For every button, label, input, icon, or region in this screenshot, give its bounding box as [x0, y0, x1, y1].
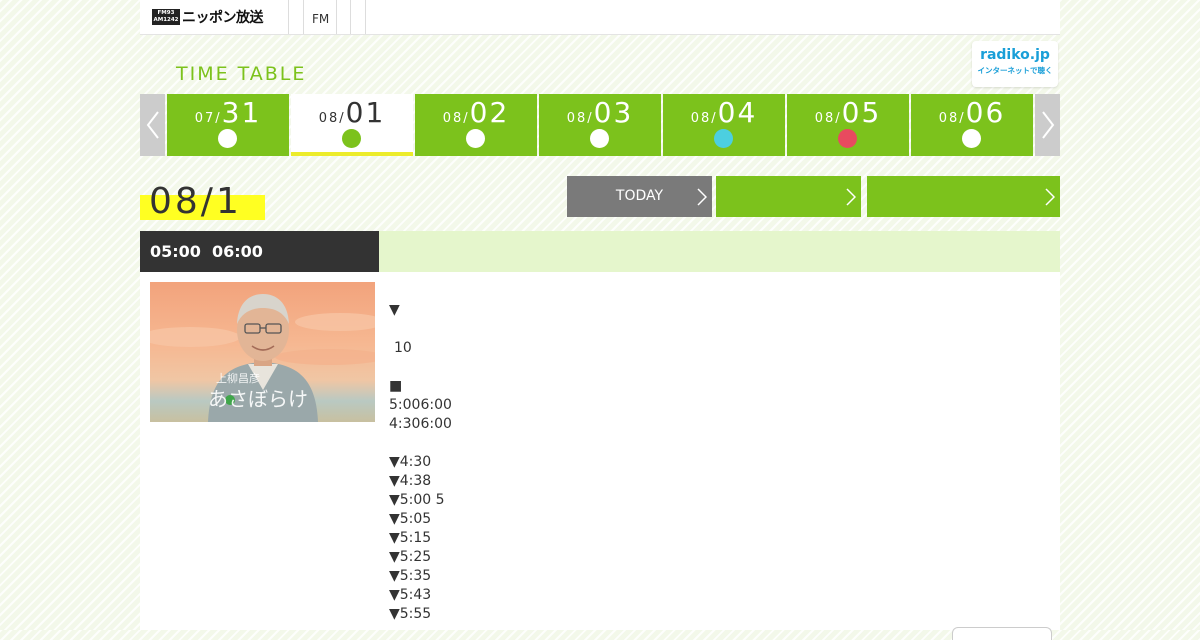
- program-description-line: ▼4:30: [389, 454, 432, 470]
- date-tab-dot: [342, 129, 361, 148]
- selected-date: 08/1: [149, 181, 242, 222]
- program-description-line: ▼5:05: [389, 511, 432, 527]
- date-tab-month: 08/: [442, 111, 470, 126]
- date-tab-label: 08/03: [539, 96, 661, 129]
- date-tab-day: 05: [841, 96, 882, 129]
- logo-badge: FM93 AM1242: [152, 9, 180, 25]
- header-divider: [288, 0, 289, 34]
- program-description-line: ▼5:55: [389, 606, 432, 622]
- header-divider: [350, 0, 351, 34]
- chevron-right-icon: [1041, 111, 1054, 139]
- date-tab-day: 31: [221, 96, 262, 129]
- header-divider: [303, 0, 304, 34]
- program-more-tab[interactable]: [952, 627, 1052, 640]
- nippon-broadcasting-logo[interactable]: FM93 AM1242 ニッポン放送: [152, 8, 264, 26]
- timetable-title: TIME TABLE: [176, 63, 307, 85]
- program-title-bar[interactable]: [379, 231, 1060, 272]
- date-tab-label: 08/04: [663, 96, 785, 129]
- date-tab-day: 04: [717, 96, 758, 129]
- prev-week-button[interactable]: [140, 94, 165, 156]
- date-tab-dot: [962, 129, 981, 148]
- chevron-right-icon: [697, 188, 707, 206]
- image-caption-name: 上柳昌彦: [216, 371, 260, 385]
- radiko-link[interactable]: radiko.jp インターネットで聴く: [972, 41, 1058, 87]
- chevron-right-icon: [1045, 188, 1055, 206]
- date-tab-month: 07/: [194, 111, 222, 126]
- program-detail: 上柳昌彦 あさぼらけ ▼ 10 ■ 5:006:00 4:306:00 ▼4:30 ▼4:3…: [140, 272, 1060, 640]
- date-tab-month: 08/: [814, 111, 842, 126]
- date-tab-month: 08/: [318, 111, 346, 126]
- logo-badge-bottom: AM1242: [153, 17, 179, 23]
- date-tab[interactable]: 08/03: [539, 94, 661, 156]
- program-end-time: 06:00: [212, 242, 263, 261]
- radiko-logo: radiko.jp: [980, 47, 1050, 63]
- nav-fm-link[interactable]: FM: [312, 12, 329, 26]
- next-week-button[interactable]: [1035, 94, 1060, 156]
- date-tab-dot: [466, 129, 485, 148]
- date-tab-day: 01: [345, 96, 386, 129]
- date-tab[interactable]: 08/04: [663, 94, 785, 156]
- program-description-line: 10: [394, 340, 412, 356]
- date-tab[interactable]: 08/05: [787, 94, 909, 156]
- page: FM93 AM1242 ニッポン放送 FM TIME TABLE radiko.…: [140, 0, 1060, 640]
- date-tab-month: 08/: [938, 111, 966, 126]
- header-divider: [336, 0, 337, 34]
- date-tab-day: 03: [593, 96, 634, 129]
- program-description-line: ▼4:38: [389, 473, 432, 489]
- host-photo: 上柳昌彦 あさぼらけ: [150, 282, 375, 422]
- program-description-line: ▼5:25: [389, 549, 432, 565]
- header-divider: [365, 0, 366, 34]
- logo-badge-top: FM93: [157, 10, 175, 16]
- program-image[interactable]: 上柳昌彦 あさぼらけ: [150, 282, 375, 422]
- date-tab-label: 08/06: [911, 96, 1033, 129]
- date-tab-label: 07/31: [167, 96, 289, 129]
- program-description-line: ▼5:43: [389, 587, 432, 603]
- date-tab-month: 08/: [566, 111, 594, 126]
- date-tab[interactable]: 08/01: [291, 94, 413, 156]
- date-tab-dot: [838, 129, 857, 148]
- date-tab-label: 08/02: [415, 96, 537, 129]
- today-button[interactable]: TODAY: [567, 176, 712, 217]
- program-time-bar: 05:00 06:00: [140, 231, 379, 272]
- date-tab[interactable]: 07/31: [167, 94, 289, 156]
- program-description-line: 5:006:00: [389, 397, 452, 413]
- program-description-line: ■: [389, 378, 403, 394]
- image-caption-title: あさぼらけ: [208, 387, 308, 411]
- date-tab-label: 08/05: [787, 96, 909, 129]
- date-tab-dot: [714, 129, 733, 148]
- program-description-line: ▼5:15: [389, 530, 432, 546]
- today-button-label: TODAY: [615, 188, 664, 204]
- date-tab-day: 02: [469, 96, 510, 129]
- nav-button-right[interactable]: [867, 176, 1060, 217]
- chevron-left-icon: [146, 111, 159, 139]
- radiko-subtitle: インターネットで聴く: [977, 66, 1053, 75]
- program-start-time: 05:00: [150, 242, 201, 261]
- date-tab[interactable]: 08/06: [911, 94, 1033, 156]
- date-tab-dot: [218, 129, 237, 148]
- date-tab-dot: [590, 129, 609, 148]
- date-tab-month: 08/: [690, 111, 718, 126]
- logo-text: ニッポン放送: [182, 10, 264, 26]
- nav-button-middle[interactable]: [716, 176, 861, 217]
- program-description-line: 4:306:00: [389, 416, 452, 432]
- date-tab-day: 06: [965, 96, 1006, 129]
- program-description-line: ▼5:35: [389, 568, 432, 584]
- site-header: FM93 AM1242 ニッポン放送 FM: [140, 0, 1060, 35]
- program-description-line: ▼: [389, 302, 400, 318]
- program-description-line: ▼5:00 5: [389, 492, 445, 508]
- date-tab-label: 08/01: [291, 96, 413, 129]
- date-tab[interactable]: 08/02: [415, 94, 537, 156]
- chevron-right-icon: [846, 188, 856, 206]
